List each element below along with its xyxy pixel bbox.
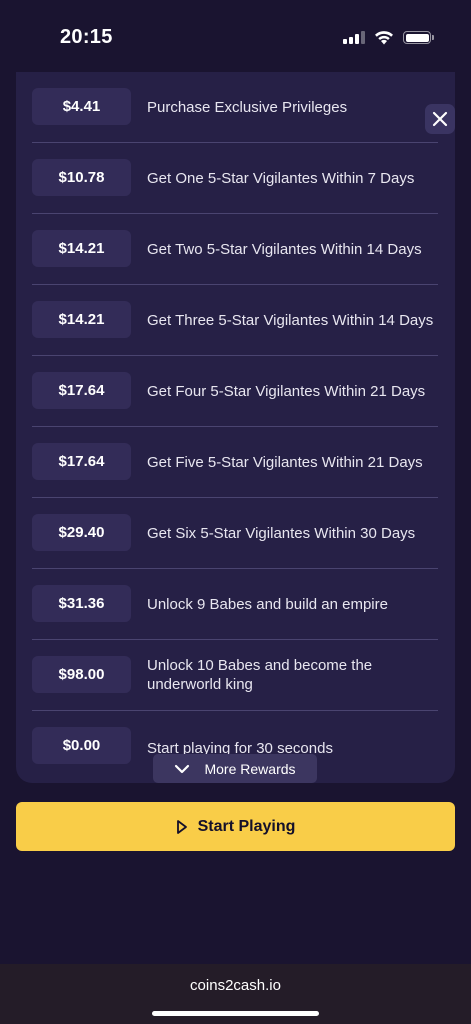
status-bar: 20:15 xyxy=(0,0,471,72)
reward-price: $0.00 xyxy=(32,727,131,764)
more-rewards-button[interactable]: More Rewards xyxy=(153,754,317,783)
reward-row: $98.00 Unlock 10 Babes and become the un… xyxy=(32,640,438,711)
home-indicator[interactable] xyxy=(152,1011,319,1016)
reward-description: Unlock 9 Babes and build an empire xyxy=(147,595,388,613)
reward-description: Get Five 5-Star Vigilantes Within 21 Day… xyxy=(147,453,423,471)
close-icon xyxy=(432,111,448,127)
reward-price: $29.40 xyxy=(32,514,131,551)
reward-description: Get Four 5-Star Vigilantes Within 21 Day… xyxy=(147,382,426,400)
reward-description: Unlock 10 Babes and become the underworl… xyxy=(147,657,373,693)
reward-price: $14.21 xyxy=(32,301,131,338)
status-icons xyxy=(343,30,434,45)
reward-description: Get Six 5-Star Vigilantes Within 30 Days xyxy=(147,524,416,542)
wifi-icon xyxy=(375,31,393,45)
reward-price: $17.64 xyxy=(32,372,131,409)
reward-row: $17.64 Get Five 5-Star Vigilantes Within… xyxy=(32,427,438,498)
more-rewards-label: More Rewards xyxy=(204,760,296,777)
start-playing-button[interactable]: Start Playing xyxy=(16,802,455,851)
reward-row: $29.40 Get Six 5-Star Vigilantes Within … xyxy=(32,498,438,569)
reward-row: $31.36 Unlock 9 Babes and build an empir… xyxy=(32,569,438,640)
cellular-signal-icon xyxy=(343,31,365,44)
reward-price: $4.41 xyxy=(32,88,131,125)
reward-description: Purchase Exclusive Privileges xyxy=(147,98,348,116)
reward-row: $10.78 Get One 5-Star Vigilantes Within … xyxy=(32,143,438,214)
rewards-panel: $4.41 Purchase Exclusive Privileges $10.… xyxy=(16,72,455,783)
reward-price: $14.21 xyxy=(32,230,131,267)
app-screen: 20:15 $4.41 Purchase Exclusive Privilege… xyxy=(0,0,471,1024)
start-playing-label: Start Playing xyxy=(197,817,296,835)
browser-url-bar[interactable]: coins2cash.io xyxy=(0,964,471,1024)
reward-description: Get One 5-Star Vigilantes Within 7 Days xyxy=(147,169,415,187)
reward-row: $14.21 Get Three 5-Star Vigilantes Withi… xyxy=(32,285,438,356)
battery-icon xyxy=(403,31,434,44)
play-icon xyxy=(176,819,187,834)
status-time: 20:15 xyxy=(60,26,113,48)
reward-description: Get Three 5-Star Vigilantes Within 14 Da… xyxy=(147,311,434,329)
reward-price: $10.78 xyxy=(32,159,131,196)
reward-price: $17.64 xyxy=(32,443,131,480)
reward-price: $31.36 xyxy=(32,585,131,622)
reward-description: Get Two 5-Star Vigilantes Within 14 Days xyxy=(147,240,422,258)
close-button[interactable] xyxy=(425,104,455,134)
reward-row: $4.41 Purchase Exclusive Privileges xyxy=(32,72,438,143)
reward-row: $17.64 Get Four 5-Star Vigilantes Within… xyxy=(32,356,438,427)
reward-row: $14.21 Get Two 5-Star Vigilantes Within … xyxy=(32,214,438,285)
chevron-down-icon xyxy=(175,764,190,773)
url-domain[interactable]: coins2cash.io xyxy=(0,977,471,994)
reward-price: $98.00 xyxy=(32,656,131,693)
